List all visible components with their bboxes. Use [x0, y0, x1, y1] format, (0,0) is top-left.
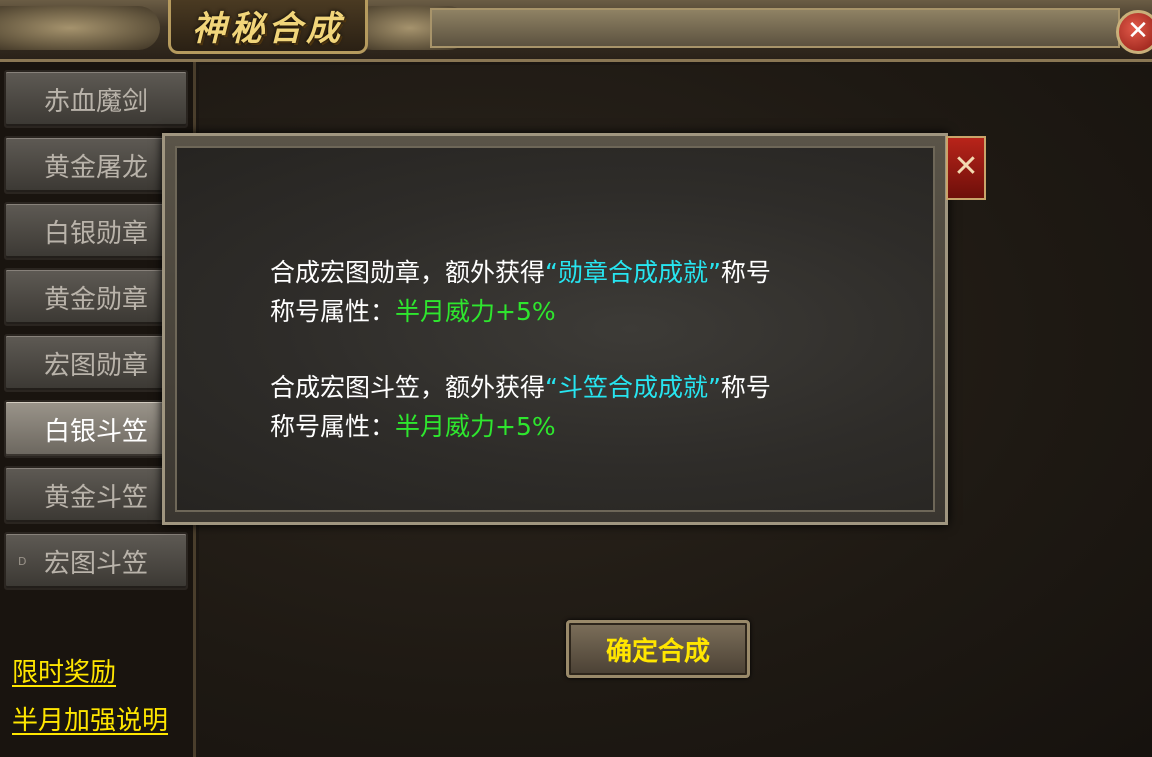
sidebar-item-baiyin-douli[interactable]: 白银斗笠 [4, 400, 188, 458]
close-icon: ✕ [953, 149, 979, 184]
sidebar-item-label: 黄金勋章 [43, 284, 148, 315]
sidebar-item-huangjin-xunzhang[interactable]: 黄金勋章 [4, 268, 188, 326]
sidebar-item-label: 白银斗笠 [43, 416, 148, 447]
confirm-synthesis-button[interactable]: 确定合成 [566, 620, 750, 678]
popup-attr-value: 半月威力+5% [395, 297, 556, 326]
limited-reward-link[interactable]: 限时奖励 [12, 652, 116, 689]
info-popup-panel [175, 146, 935, 512]
popup-title-name: “斗笠合成成就” [545, 373, 721, 402]
popup-attr-label: 称号属性： [270, 297, 396, 326]
popup-text: 称号 [720, 373, 771, 402]
sidebar-item-hongtu-xunzhang[interactable]: 宏图勋章 [4, 334, 188, 392]
popup-close-button[interactable]: ✕ [946, 136, 986, 200]
popup-title-name: “勋章合成成就” [545, 258, 721, 287]
banyue-boost-info-link[interactable]: 半月加强说明 [12, 700, 168, 737]
sidebar-item-baiyin-xunzhang[interactable]: 白银勋章 [4, 202, 188, 260]
popup-entry-hat-line: 合成宏图斗笠，额外获得“斗笠合成成就”称号 [270, 368, 771, 404]
window-close-button[interactable]: ✕ [1116, 10, 1152, 54]
sidebar-item-label: 黄金斗笠 [43, 482, 148, 513]
popup-entry-medal-attr: 称号属性：半月威力+5% [270, 292, 556, 328]
info-popup [162, 133, 948, 525]
popup-entry-hat-attr: 称号属性：半月威力+5% [270, 407, 556, 443]
sidebar-item-huangjin-tulong[interactable]: 黄金屠龙 [4, 136, 188, 194]
item-marker: D [18, 554, 27, 568]
title-bar: 神秘合成 ✕ [0, 0, 1152, 62]
window-title: 神秘合成 [192, 9, 344, 49]
sidebar-item-label: 宏图勋章 [43, 350, 148, 381]
sidebar-item-label: 赤血魔剑 [43, 86, 148, 117]
sidebar-item-label: 宏图斗笠 [43, 548, 148, 579]
sidebar-item-hongtu-douli[interactable]: D 宏图斗笠 [4, 532, 188, 590]
title-plate: 神秘合成 [168, 0, 368, 54]
sidebar-item-chixue-mojian[interactable]: 赤血魔剑 [4, 70, 188, 128]
popup-text: 称号 [720, 258, 771, 287]
popup-text: 合成宏图勋章，额外获得 [270, 258, 546, 287]
popup-text: 合成宏图斗笠，额外获得 [270, 373, 546, 402]
popup-attr-value: 半月威力+5% [395, 412, 556, 441]
popup-entry-medal-line: 合成宏图勋章，额外获得“勋章合成成就”称号 [270, 253, 771, 289]
popup-attr-label: 称号属性： [270, 412, 396, 441]
confirm-synthesis-label: 确定合成 [605, 636, 710, 667]
title-bar-strip [430, 8, 1120, 48]
sidebar-item-label: 白银勋章 [43, 218, 148, 249]
close-icon: ✕ [1127, 16, 1149, 46]
sidebar-item-label: 黄金屠龙 [43, 152, 148, 183]
ornament-left [0, 6, 160, 50]
sidebar-item-huangjin-douli[interactable]: 黄金斗笠 [4, 466, 188, 524]
